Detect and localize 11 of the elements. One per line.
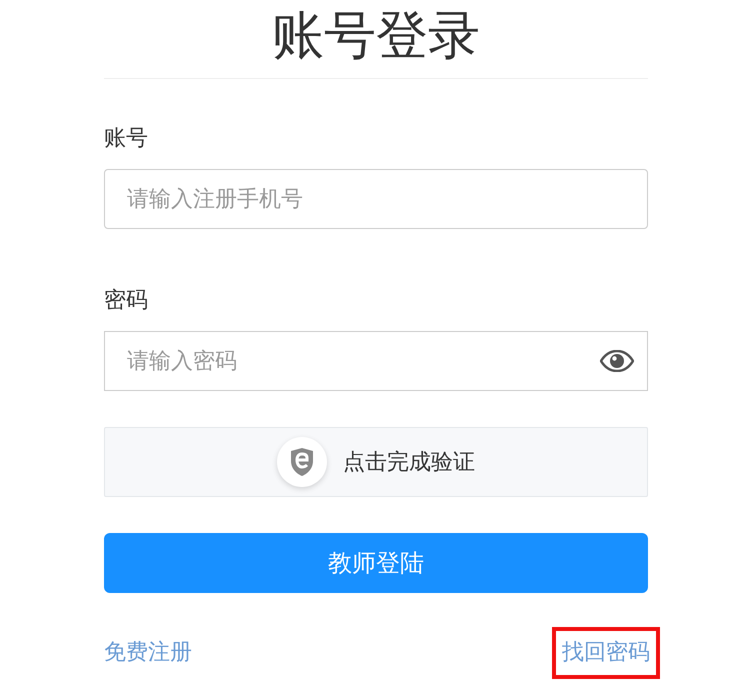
captcha-button[interactable]: 点击完成验证 bbox=[104, 427, 648, 497]
field-label: 密码 bbox=[104, 287, 148, 315]
password-field[interactable]: 请输入密码 bbox=[104, 331, 648, 391]
shield-icon bbox=[289, 447, 315, 477]
login-button[interactable]: 教师登陆 bbox=[104, 533, 648, 593]
field-label: 账号 bbox=[104, 125, 148, 153]
eye-icon[interactable] bbox=[600, 350, 634, 372]
phone-field[interactable]: 请输入注册手机号 bbox=[104, 169, 648, 229]
register-link[interactable]: 免费注册 bbox=[98, 627, 198, 679]
page-title: 账号登录 bbox=[104, 0, 648, 79]
forgot-password-link[interactable]: 找回密码 bbox=[552, 627, 660, 679]
